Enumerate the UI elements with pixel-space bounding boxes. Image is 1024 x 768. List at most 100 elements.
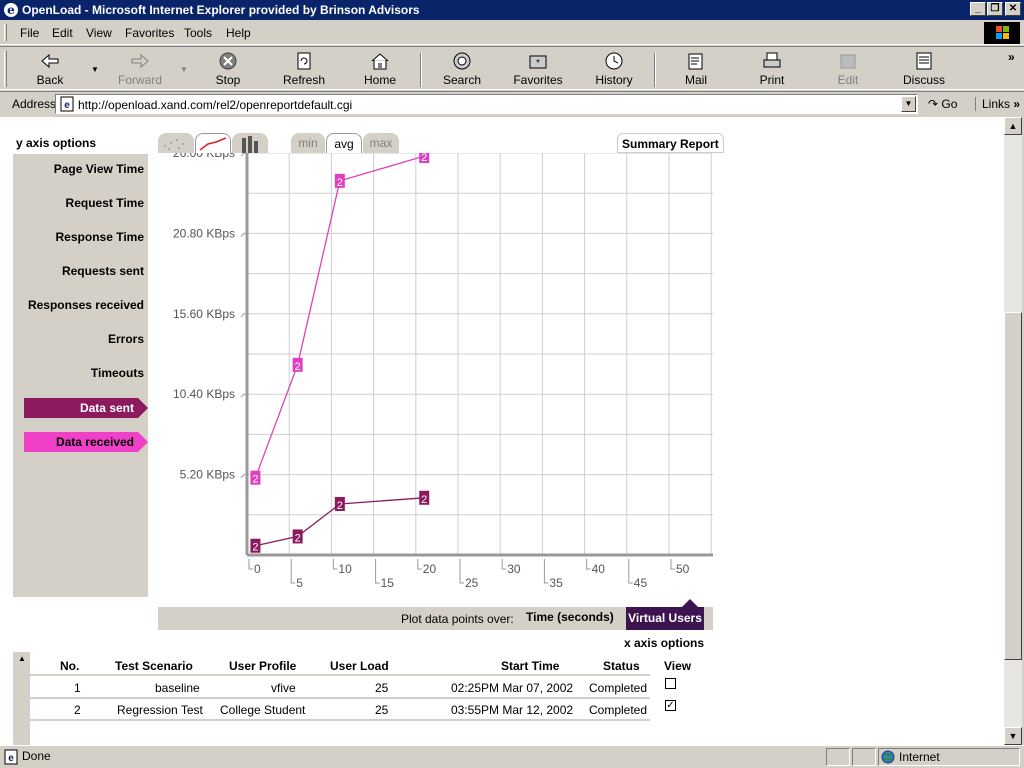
- print-icon: [763, 52, 781, 68]
- y-option-response-time[interactable]: Response Time: [56, 230, 144, 244]
- vertical-scrollbar[interactable]: ▲ ▼: [1004, 117, 1022, 745]
- edit-label: Edit: [837, 73, 859, 87]
- x-option-time[interactable]: Time (seconds): [526, 610, 614, 624]
- restore-button[interactable]: ❐: [987, 2, 1003, 16]
- discuss-button[interactable]: Discuss: [894, 49, 954, 89]
- tab-line-chart[interactable]: [195, 133, 231, 153]
- y-option-errors[interactable]: Errors: [108, 332, 144, 346]
- edit-icon: [840, 54, 856, 69]
- status-cell: [826, 748, 850, 766]
- home-button[interactable]: Home: [350, 49, 410, 89]
- toolbar-separator: [420, 53, 422, 87]
- y-option-timeouts[interactable]: Timeouts: [91, 366, 144, 380]
- scroll-up-icon[interactable]: ▲: [1004, 117, 1022, 135]
- stop-button[interactable]: Stop: [198, 49, 258, 89]
- x-tick-label: 20: [423, 562, 437, 576]
- refresh-button[interactable]: Refresh: [274, 49, 334, 89]
- search-button[interactable]: Search: [432, 49, 492, 89]
- home-label: Home: [363, 73, 396, 87]
- menu-tools[interactable]: Tools: [184, 26, 212, 40]
- address-input[interactable]: e http://openload.xand.com/rel2/openrepo…: [55, 94, 918, 114]
- plot-over-label: Plot data points over:: [401, 612, 514, 626]
- toolbar-more-chevron-icon[interactable]: »: [1008, 50, 1015, 64]
- forward-dropdown-icon[interactable]: ▼: [180, 65, 188, 74]
- tab-scatter-chart[interactable]: [158, 133, 194, 153]
- search-label: Search: [442, 73, 482, 87]
- go-button[interactable]: ↷ Go: [928, 97, 957, 111]
- table-scroll-up-icon[interactable]: ▲: [16, 654, 28, 666]
- x-tick-mark: [417, 559, 422, 570]
- x-option-virtual-users[interactable]: Virtual Users: [626, 599, 704, 630]
- zone-text: Internet: [899, 750, 940, 764]
- tab-bar-chart[interactable]: [232, 133, 268, 153]
- table-divider: [30, 674, 650, 676]
- stop-icon: [219, 52, 237, 70]
- scroll-thumb[interactable]: [1004, 312, 1022, 660]
- tab-min[interactable]: min: [291, 133, 325, 153]
- data-point: 2: [292, 529, 303, 544]
- print-button[interactable]: Print: [742, 49, 802, 89]
- minimize-button[interactable]: _: [970, 2, 986, 16]
- scatter-chart-icon: [164, 139, 184, 150]
- y-axis-options-panel: Page View Time Request Time Response Tim…: [13, 154, 148, 597]
- menu-favorites[interactable]: Favorites: [125, 26, 174, 40]
- y-option-request-time[interactable]: Request Time: [66, 196, 144, 210]
- home-icon: [371, 53, 389, 70]
- tab-avg[interactable]: avg: [326, 133, 362, 153]
- back-label: Back: [36, 73, 64, 87]
- history-label: History: [595, 73, 633, 87]
- table-divider: [30, 697, 650, 699]
- mail-button[interactable]: Mail: [666, 49, 726, 89]
- x-tick-mark: [501, 559, 507, 570]
- view-checkbox-checked[interactable]: ✓: [665, 700, 676, 711]
- chart-series: 2 2 2 2 2 2 2 2: [250, 153, 430, 554]
- y-option-page-view-time[interactable]: Page View Time: [54, 162, 144, 176]
- go-arrow-icon: ↷: [928, 97, 939, 111]
- x-tick-mark: [290, 559, 296, 584]
- back-dropdown-icon[interactable]: ▼: [91, 65, 99, 74]
- data-point-label: 2: [252, 542, 258, 554]
- y-option-requests-sent[interactable]: Requests sent: [62, 264, 144, 278]
- address-bar: Address e http://openload.xand.com/rel2/…: [0, 91, 1024, 116]
- view-checkbox[interactable]: [665, 678, 676, 689]
- chart-axes: 5.20 KBps 10.40 KBps 15.60 KBps 20.80 KBps 2…: [173, 153, 713, 590]
- links-button[interactable]: Links »: [975, 97, 1020, 111]
- stop-label: Stop: [215, 73, 241, 87]
- data-point: 2: [419, 490, 430, 506]
- menu-view[interactable]: View: [86, 26, 112, 40]
- x-tick-label: 15: [381, 576, 395, 590]
- cell-load: 25: [375, 681, 389, 695]
- x-tick-label: 45: [634, 576, 648, 590]
- svg-text:e: e: [8, 753, 14, 764]
- data-point: 2: [334, 173, 345, 189]
- menu-file[interactable]: File: [20, 26, 39, 40]
- data-point-label: 2: [295, 361, 301, 373]
- ie-logo-icon: e: [4, 3, 18, 17]
- menu-edit[interactable]: Edit: [52, 26, 73, 40]
- data-point-label: 2: [421, 153, 427, 164]
- edit-button[interactable]: Edit: [818, 49, 878, 89]
- scroll-down-icon[interactable]: ▼: [1004, 727, 1022, 745]
- summary-report-button[interactable]: Summary Report: [617, 133, 724, 153]
- cell-profile: vfive: [271, 681, 296, 695]
- col-header-no: No.: [60, 659, 80, 673]
- cell-scenario: baseline: [155, 681, 200, 695]
- title-bar: e OpenLoad - Microsoft Internet Explorer…: [0, 0, 1024, 20]
- history-button[interactable]: History: [584, 49, 644, 89]
- close-button[interactable]: ✕: [1005, 2, 1021, 16]
- menu-help[interactable]: Help: [226, 26, 251, 40]
- forward-button[interactable]: Forward: [110, 49, 170, 89]
- col-header-start-time: Start Time: [501, 659, 560, 673]
- page-content: y axis options Page View Time Request Ti…: [0, 117, 1004, 745]
- test-runs-table: ▲ No. Test Scenario User Profile User Lo…: [13, 652, 691, 745]
- address-dropdown-icon[interactable]: ▼: [901, 96, 916, 112]
- y-option-data-received[interactable]: Data received: [24, 432, 148, 452]
- x-tick-label: 25: [465, 576, 479, 590]
- y-option-data-sent[interactable]: Data sent: [24, 398, 148, 418]
- page-icon: e: [60, 96, 74, 112]
- back-button[interactable]: Back: [20, 49, 80, 89]
- x-axis-options-title: x axis options: [624, 636, 705, 650]
- favorites-button[interactable]: * Favorites: [508, 49, 568, 89]
- tab-max[interactable]: max: [363, 133, 399, 153]
- y-option-responses-received[interactable]: Responses received: [28, 298, 144, 312]
